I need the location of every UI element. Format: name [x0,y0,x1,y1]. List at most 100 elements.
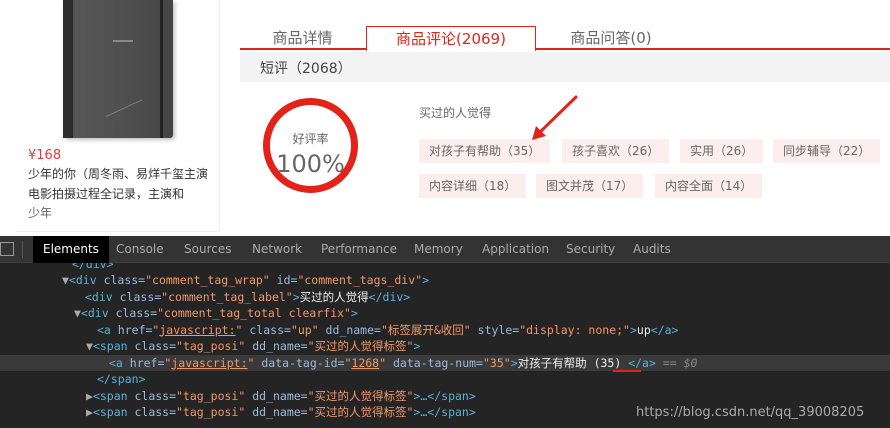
dom-attr-name: href= [129,355,165,370]
short-review-label[interactable]: 短评（2068） [260,58,352,78]
positive-rate-label: 好评率 [292,132,329,146]
dom-attr-value-link[interactable]: 1268 [351,356,379,370]
dom-text: up [636,322,651,337]
tags-label: 买过的人觉得 [419,106,492,120]
tab-network[interactable]: Network [252,236,302,263]
dom-line[interactable]: ▼<div class="comment_tag_total clearfix"… [0,305,890,322]
dom-attr-value: "comment_tag_wrap" [145,273,270,287]
dom-text-count: (35) [593,355,622,370]
dom-attr-value: "display: none;" [519,322,630,337]
dom-attr-value-link[interactable]: javascript: [171,356,247,370]
dom-attr-name: style= [470,322,520,337]
dom-tag: </span> [97,372,146,386]
dom-attr-value: "买过的人觉得标签" [307,339,414,353]
tag-detailed-content[interactable]: 内容详细（18） [419,174,527,198]
dom-tag: <div [85,289,120,304]
dom-tag: </div> [72,263,114,271]
tag-rich-illustrations[interactable]: 图文并茂（17） [536,174,644,198]
tag-kids-like[interactable]: 孩子喜欢（26） [562,139,670,163]
dom-attr-quote: " [379,355,387,370]
tab-audits[interactable]: Audits [633,236,671,263]
tab-console[interactable]: Console [116,236,164,263]
dom-attr-value: "up" [290,322,319,337]
product-title[interactable]: 少年的你（周冬雨、易烊千玺主演电影拍摄过程全记录，主演和 [28,164,218,204]
product-tabs: 商品详情 商品评论(2069) 商品问答(0) [240,26,890,52]
dom-line[interactable]: ▶<span class="tag_posi" dd_name="买过的人觉得标… [0,388,890,405]
dom-text: 对孩子有帮助 [517,355,594,370]
dom-line-selected[interactable]: <a href="javascript:" data-tag-id="1268"… [0,354,890,372]
dom-line[interactable]: </span> [0,371,890,388]
expand-triangle-icon[interactable]: ▼ [86,339,93,353]
dom-tag: <a [109,355,130,370]
dom-tag: >…</span> [413,405,476,419]
product-price: ¥168 [28,148,62,163]
dom-attr-name: dd_name= [245,388,308,403]
dom-attr-value: "comment_tag_total clearfix" [157,306,351,320]
dom-attr-name: data-tag-num= [386,355,483,370]
tag-sync-tutoring[interactable]: 同步辅导（22） [773,139,881,163]
tag-practical[interactable]: 实用（26） [680,139,764,163]
red-arrow-annotation [532,95,578,140]
dom-attr-name: class= [134,388,177,403]
dom-tag: </a> [650,322,679,337]
dom-tag: <div [68,273,104,287]
dom-line[interactable]: ▼<span class="tag_posi" dd_name="买过的人觉得标… [0,338,890,355]
tab-performance[interactable]: Performance [321,236,397,263]
collapse-triangle-icon[interactable]: ▶ [86,405,93,419]
product-card[interactable]: ¥168 少年的你（周冬雨、易烊千玺主演电影拍摄过程全记录，主演和 少年 [16,0,220,232]
book-cover-text-mark [113,40,133,42]
devtools-tabbar: Elements Console Sources Network Perform… [0,236,890,263]
product-title-continued[interactable]: 少年 [28,203,218,223]
dom-attr-value: "tag_posi" [176,405,246,419]
inspect-element-icon[interactable] [0,242,14,256]
dom-line[interactable]: <a href="javascript:" class="up" dd_name… [0,322,890,339]
dom-attr-name: data-tag-id= [254,355,345,370]
dom-attr-value: "标签展开&收回" [380,322,471,337]
dom-tag: <div [80,306,116,320]
book-band [160,0,163,138]
book-cover-image[interactable] [63,0,173,138]
dom-attr-value: "comment_tags_div" [297,273,423,287]
dom-attr-name: class= [242,322,291,337]
tab-product-reviews[interactable]: 商品评论(2069) [366,26,536,52]
dom-line[interactable]: </div> [0,263,890,272]
tab-product-details[interactable]: 商品详情 [240,26,365,50]
dom-tag: </a> [621,355,656,370]
tab-elements[interactable]: Elements [33,236,109,263]
dom-tag: > [292,289,300,304]
tab-memory[interactable]: Memory [414,236,463,263]
expand-triangle-icon[interactable]: ▼ [62,273,69,287]
tag-comprehensive-content[interactable]: 内容全面（14） [655,174,763,198]
dom-tag: > [510,355,518,370]
dom-tag: > [350,306,358,320]
dom-attr-value: "35" [482,355,511,370]
dom-attr-value: "comment_tag_label" [161,289,293,304]
dom-tag: >…</span> [413,388,476,403]
expand-triangle-icon[interactable]: ▼ [74,306,81,320]
tab-security[interactable]: Security [566,236,615,263]
positive-rate-ring: 好评率 100% [263,98,358,193]
tab-product-qa[interactable]: 商品问答(0) [536,26,686,50]
dom-attr-value-link[interactable]: javascript: [159,323,235,337]
dom-attr-name: class= [103,273,146,287]
dom-tag: <span [92,339,135,353]
dom-line[interactable]: ▼<div class="comment_tag_wrap" id="comme… [0,272,890,289]
book-cover-signature [93,72,143,118]
dom-tag: > [422,273,429,287]
tab-application[interactable]: Application [482,236,549,263]
dom-attr-value: "tag_posi" [176,339,246,353]
tabbar-divider [22,241,23,258]
dom-attr-name: dd_name= [318,322,381,337]
book-spine [63,0,73,138]
short-review-bar: 短评（2068） [240,52,890,82]
dom-tag: <span [92,388,135,403]
tag-helpful-for-kids[interactable]: 对孩子有帮助（35） [419,139,551,163]
dom-attr-name: class= [134,339,177,353]
collapse-triangle-icon[interactable]: ▶ [86,389,93,403]
dom-line[interactable]: <div class="comment_tag_label">买过的人觉得</d… [0,289,890,306]
tab-sources[interactable]: Sources [184,236,231,263]
dom-tree: </div> ▼<div class="comment_tag_wrap" id… [0,263,890,421]
dom-attr-name: class= [119,289,162,304]
dom-attr-name: href= [117,322,153,337]
dom-tag: <span [92,405,135,419]
